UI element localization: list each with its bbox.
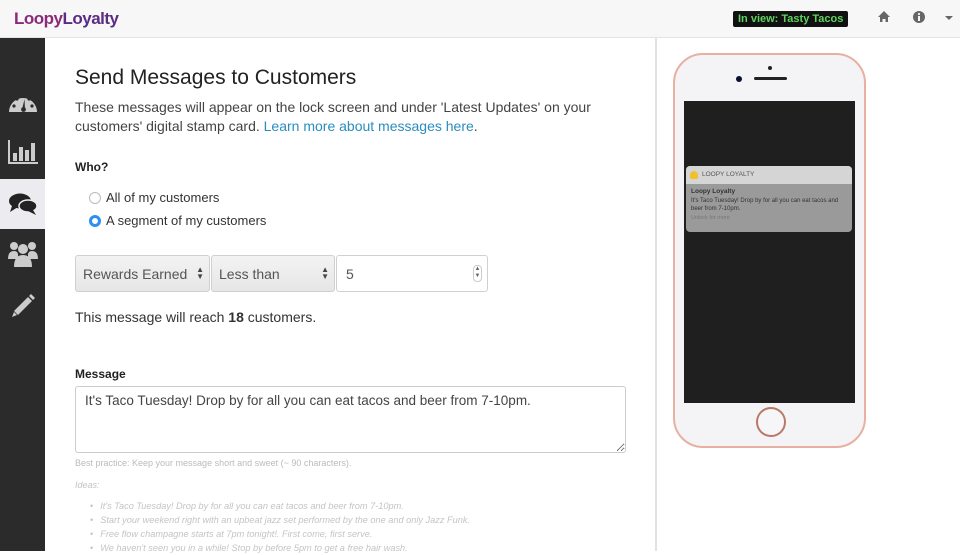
notification-message: It's Taco Tuesday! Drop by for all you c… <box>691 197 839 213</box>
home-icon[interactable] <box>877 10 893 26</box>
logo-text-loyalty: Loyalty <box>62 9 120 28</box>
phone-home-button <box>756 407 786 437</box>
sidebar-item-customers[interactable] <box>0 229 45 279</box>
select-arrows-icon: ▲ ▼ <box>196 265 204 281</box>
idea-item[interactable]: It's Taco Tuesday! Drop by for all you c… <box>90 499 470 513</box>
panel-divider <box>655 38 657 551</box>
page-title: Send Messages to Customers <box>75 66 357 89</box>
reach-prefix: This message will reach <box>75 309 229 325</box>
sidebar-item-dashboard[interactable] <box>0 77 45 127</box>
who-label: Who? <box>75 160 109 174</box>
phone-sensor <box>768 66 772 70</box>
ideas-label: Ideas: <box>75 480 100 490</box>
segment-operator-select[interactable]: Less than ▲ ▼ <box>211 255 335 292</box>
sidebar-item-analytics[interactable] <box>0 127 45 177</box>
phone-preview: LOOPY LOYALTY Loopy Loyalty It's Taco Tu… <box>673 53 866 448</box>
notification-unlock-hint: Unlock for more <box>691 214 730 221</box>
phone-speaker <box>754 77 787 80</box>
bar-chart-icon <box>7 140 38 164</box>
radio-label-all: All of my customers <box>106 190 220 205</box>
phone-screen: LOOPY LOYALTY Loopy Loyalty It's Taco Tu… <box>684 101 855 403</box>
select-arrows-icon: ▲ ▼ <box>321 265 329 281</box>
app-icon <box>690 171 698 179</box>
users-group-icon <box>7 242 38 267</box>
sidebar-item-messages[interactable] <box>0 179 45 229</box>
main-content: Send Messages to Customers These message… <box>45 38 656 553</box>
notification-header: LOOPY LOYALTY <box>686 166 852 184</box>
intro-period: . <box>473 118 478 134</box>
number-spinner-icon[interactable]: ▲ ▼ <box>473 265 482 282</box>
info-icon[interactable] <box>912 10 928 26</box>
notification-title: Loopy Loyalty <box>691 188 736 195</box>
segment-value: 5 <box>346 266 354 282</box>
intro-text: These messages will appear on the lock s… <box>75 98 635 136</box>
logo[interactable]: LoopyLoyalty <box>14 9 119 29</box>
notification-app-name: LOOPY LOYALTY <box>702 171 755 178</box>
message-textarea[interactable]: It's Taco Tuesday! Drop by for all you c… <box>75 386 626 453</box>
reach-suffix: customers. <box>243 309 317 325</box>
message-label: Message <box>75 367 126 381</box>
reach-count: 18 <box>228 309 244 325</box>
in-view-badge: In view: Tasty Tacos <box>733 11 849 27</box>
radio-button-checked[interactable] <box>89 214 101 227</box>
sidebar <box>0 38 45 551</box>
caret-down-icon[interactable] <box>943 10 959 26</box>
phone-camera <box>736 76 742 82</box>
idea-item[interactable]: Start your weekend right with an upbeat … <box>90 513 470 527</box>
pencil-icon <box>11 294 35 317</box>
lock-screen-notification: LOOPY LOYALTY Loopy Loyalty It's Taco Tu… <box>686 166 852 232</box>
idea-item[interactable]: Free flow champagne starts at 7pm tonigh… <box>90 527 470 541</box>
segment-operator-value: Less than <box>219 266 280 282</box>
best-practice-hint: Best practice: Keep your message short a… <box>75 458 352 468</box>
radio-all-customers[interactable]: All of my customers <box>89 190 219 205</box>
radio-button-unchecked[interactable] <box>89 191 101 204</box>
radio-segment-customers[interactable]: A segment of my customers <box>89 213 266 228</box>
segment-value-input[interactable]: 5 ▲ ▼ <box>336 255 488 292</box>
logo-text-loopy: Loopy <box>14 9 63 28</box>
sidebar-item-edit[interactable] <box>0 281 45 331</box>
top-bar: LoopyLoyalty In view: Tasty Tacos <box>0 0 960 38</box>
reach-text: This message will reach 18 customers. <box>75 309 316 325</box>
chat-bubbles-icon <box>8 193 38 215</box>
radio-label-segment: A segment of my customers <box>106 213 267 228</box>
segment-field-select[interactable]: Rewards Earned ▲ ▼ <box>75 255 210 292</box>
dashboard-gauge-icon <box>8 94 37 112</box>
learn-more-link[interactable]: Learn more about messages here <box>264 118 474 134</box>
idea-item[interactable]: We haven't seen you in a while! Stop by … <box>90 541 470 555</box>
ideas-list: It's Taco Tuesday! Drop by for all you c… <box>90 499 470 555</box>
segment-field-value: Rewards Earned <box>83 266 188 282</box>
notification-body: Loopy Loyalty It's Taco Tuesday! Drop by… <box>686 184 852 226</box>
